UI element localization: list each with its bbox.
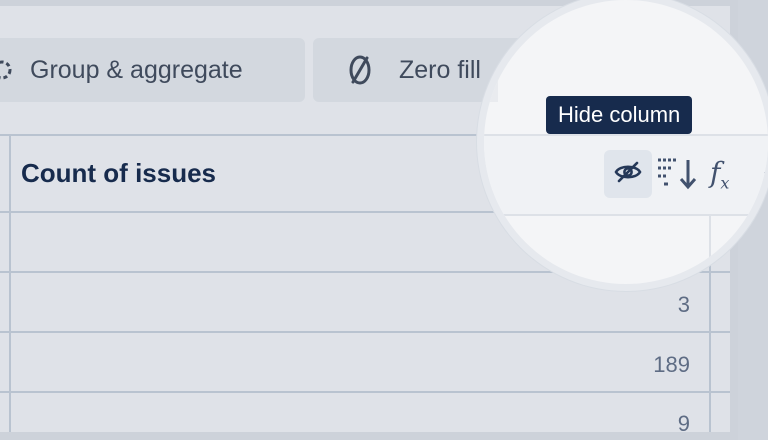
magnifier-callout: Hide column fx ⋯ <box>484 0 768 284</box>
column-divider <box>709 214 711 284</box>
zero-fill-label: Zero fill <box>399 55 481 84</box>
table-cell: 189 <box>653 352 690 377</box>
zero-slash-icon <box>343 53 377 87</box>
formula-fx-icon[interactable]: fx <box>710 156 729 193</box>
more-options-icon[interactable]: ⋯ <box>762 160 768 186</box>
table-cell: 3 <box>677 292 690 317</box>
eye-slash-icon <box>613 160 643 189</box>
table-divider <box>0 331 730 333</box>
table-divider <box>0 391 730 393</box>
hide-column-button[interactable] <box>604 150 652 198</box>
group-aggregate-label: Group & aggregate <box>30 55 243 84</box>
group-aggregate-button[interactable]: Group & aggregate <box>0 38 305 102</box>
gear-icon <box>0 53 24 87</box>
column-divider <box>9 134 11 432</box>
sort-descending-icon[interactable] <box>656 156 698 190</box>
hide-column-tooltip: Hide column <box>546 96 693 134</box>
zero-fill-button-edge <box>484 38 498 102</box>
frame-border-bottom <box>0 432 738 440</box>
column-header-title: Count of issues <box>21 158 217 188</box>
